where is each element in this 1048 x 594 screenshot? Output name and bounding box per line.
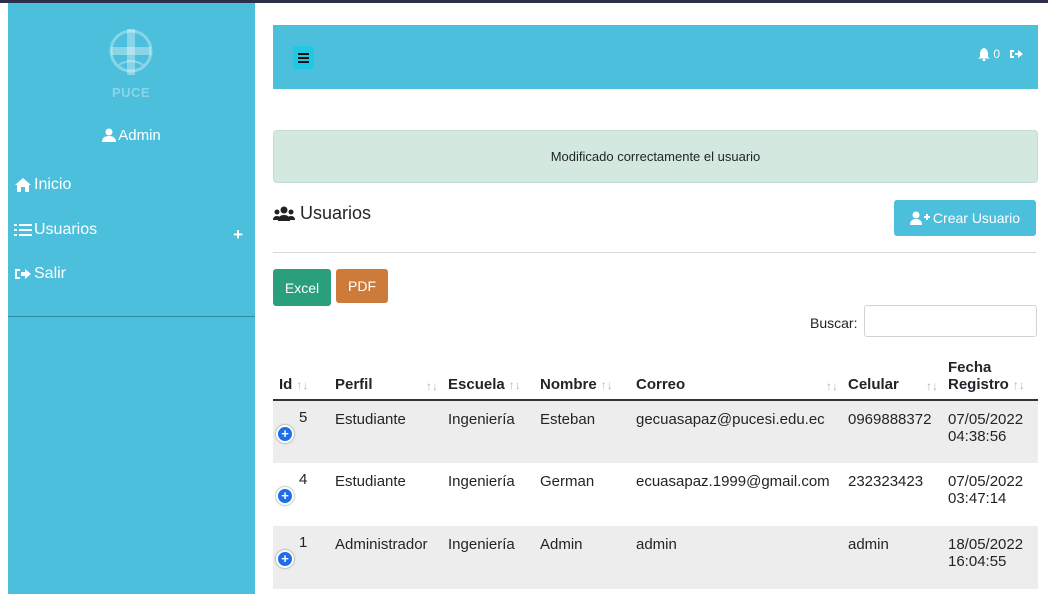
cell-celular: 0969888372 xyxy=(842,400,942,463)
column-header-fecha-registro[interactable]: Fecha Registro ↑↓ xyxy=(942,350,1038,401)
column-header-id[interactable]: Id ↑↓ xyxy=(273,350,329,401)
table-header-row: Id ↑↓ Perfil ↑↓ Escuela ↑↓ Nombre ↑↓ Correo ↑… xyxy=(273,350,1038,401)
sidebar-divider xyxy=(8,316,255,317)
cell-perfil: Estudiante xyxy=(335,473,406,490)
search-label: Buscar: xyxy=(810,315,858,331)
cell-correo: admin xyxy=(630,526,842,589)
page-title-text: Usuarios xyxy=(300,203,372,223)
sidebar-item-label: Salir xyxy=(34,265,67,282)
column-header-nombre[interactable]: Nombre ↑↓ xyxy=(534,350,630,401)
sidebar-item-usuarios[interactable]: Usuarios xyxy=(14,221,97,239)
column-header-perfil[interactable]: Perfil ↑↓ xyxy=(329,350,442,401)
cell-nombre: Admin xyxy=(534,526,630,589)
users-icon xyxy=(273,206,295,221)
sidebar-item-inicio[interactable]: Inicio xyxy=(14,176,71,194)
sort-icon: ↑↓ xyxy=(926,379,938,393)
alert-message: Modificado correctamente el usuario xyxy=(550,149,761,164)
sidebar-item-salir[interactable]: Salir xyxy=(14,265,66,283)
cell-celular: admin xyxy=(842,526,942,589)
sort-icon: ↑↓ xyxy=(826,379,838,393)
sort-icon: ↑↓ xyxy=(426,379,438,393)
home-icon xyxy=(15,178,31,192)
table-row: +1 Administrador Ingeniería Admin admin … xyxy=(273,526,1038,589)
topbar-actions: 0 xyxy=(978,47,1024,61)
sidebar-user-name: Admin xyxy=(118,127,161,144)
sort-icon: ↑↓ xyxy=(508,378,521,392)
sidebar-user: Admin xyxy=(8,127,255,144)
sidebar: PUCE Admin Inicio Usuarios + Salir xyxy=(8,3,255,594)
sign-out-icon[interactable] xyxy=(1010,48,1024,60)
notification-count: 0 xyxy=(993,47,1000,61)
content-divider xyxy=(273,252,1036,253)
cell-perfil: Administrador xyxy=(329,526,442,589)
cell-correo: ecuasapaz.1999@gmail.com xyxy=(636,473,830,490)
export-pdf-button[interactable]: PDF xyxy=(336,269,388,303)
cell-id: +5 xyxy=(273,400,329,463)
list-icon xyxy=(14,224,32,236)
cell-fecha-registro: 07/05/2022 03:47:14 xyxy=(948,473,1024,507)
bars-icon xyxy=(298,52,309,63)
table-row: +4 Estudiante Ingeniería German ecuasapa… xyxy=(273,463,1038,526)
cell-escuela: Ingeniería xyxy=(448,473,515,490)
user-icon xyxy=(102,128,117,142)
create-user-label: Crear Usuario xyxy=(932,210,1021,226)
row-expand-icon[interactable]: + xyxy=(276,425,294,443)
sort-icon: ↑↓ xyxy=(1012,378,1025,392)
column-header-celular[interactable]: Celular ↑↓ xyxy=(842,350,942,401)
cell-escuela: Ingeniería xyxy=(442,400,534,463)
puce-logo: PUCE xyxy=(105,25,157,105)
cell-id: +1 xyxy=(273,526,329,589)
cell-escuela: Ingeniería xyxy=(442,526,534,589)
menu-toggle-button[interactable] xyxy=(293,46,314,69)
cell-fecha-registro: 18/05/2022 16:04:55 xyxy=(942,526,1038,589)
cell-fecha-registro: 07/05/2022 04:38:56 xyxy=(942,400,1038,463)
cell-nombre: German xyxy=(540,473,595,490)
cell-nombre: Esteban xyxy=(534,400,630,463)
success-alert: Modificado correctamente el usuario xyxy=(273,130,1038,183)
top-navbar: 0 xyxy=(273,25,1038,89)
row-expand-icon[interactable]: + xyxy=(276,487,294,505)
bell-icon[interactable] xyxy=(978,47,991,61)
sidebar-item-label: Inicio xyxy=(34,176,72,193)
cell-celular: 232323423 xyxy=(848,473,924,490)
table-row: +5 Estudiante Ingeniería Esteban gecuasa… xyxy=(273,400,1038,463)
sort-icon: ↑↓ xyxy=(296,378,309,392)
usuarios-expand-icon[interactable]: + xyxy=(233,225,243,245)
user-plus-icon xyxy=(909,211,930,225)
sort-icon: ↑↓ xyxy=(600,378,613,392)
puce-logo-icon xyxy=(109,29,153,75)
search-input[interactable] xyxy=(864,305,1037,337)
cell-correo: gecuasapaz@pucesi.edu.ec xyxy=(630,400,842,463)
page-title: Usuarios xyxy=(273,203,371,224)
row-expand-icon[interactable]: + xyxy=(276,550,294,568)
cell-perfil: Estudiante xyxy=(329,400,442,463)
users-table: Id ↑↓ Perfil ↑↓ Escuela ↑↓ Nombre ↑↓ Correo ↑… xyxy=(273,350,1038,589)
column-header-correo[interactable]: Correo ↑↓ xyxy=(630,350,842,401)
logo-text: PUCE xyxy=(111,85,151,100)
column-header-escuela[interactable]: Escuela ↑↓ xyxy=(442,350,534,401)
export-excel-button[interactable]: Excel xyxy=(273,269,331,306)
sidebar-item-label: Usuarios xyxy=(34,221,98,238)
sign-out-icon xyxy=(15,269,31,279)
cell-id: +4 xyxy=(273,463,329,526)
create-user-button[interactable]: Crear Usuario xyxy=(894,200,1036,236)
